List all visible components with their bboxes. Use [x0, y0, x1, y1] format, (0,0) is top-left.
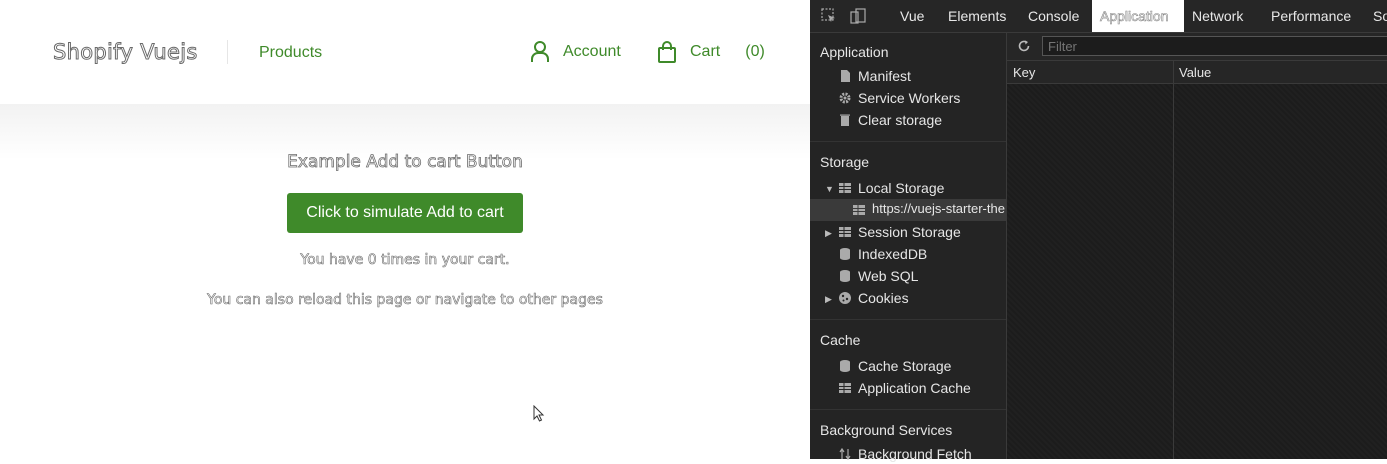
filter-input[interactable] [1042, 36, 1387, 56]
sidebar-item-websql[interactable]: Web SQL [838, 268, 918, 284]
database-icon [838, 269, 852, 283]
sidebar-item-label: Application Cache [858, 380, 971, 396]
sidebar-item-session-storage[interactable]: Session Storage [838, 224, 961, 240]
table-header: Key Value [1007, 61, 1387, 84]
devtools-toolbar: Vue Elements Console Application Network… [810, 0, 1387, 33]
sidebar-item-label: Background Fetch [858, 446, 972, 462]
database-icon [838, 247, 852, 261]
sidebar-divider [810, 319, 1006, 320]
sidebar-item-label: Cache Storage [858, 358, 952, 374]
add-to-cart-button[interactable]: Click to simulate Add to cart [287, 193, 523, 233]
cart-info-text: You have 0 times in your cart. [300, 252, 510, 269]
nav-cart-label: Cart [690, 43, 721, 60]
table-icon [838, 181, 852, 195]
tab-console[interactable]: Console [1020, 0, 1087, 32]
sidebar-item-label: Session Storage [858, 224, 961, 240]
section-storage: Storage [820, 154, 870, 170]
application-sidebar: Application Manifest Service Workers Cle… [810, 33, 1007, 462]
sidebar-item-cache-storage[interactable]: Cache Storage [838, 358, 951, 374]
sidebar-item-service-workers[interactable]: Service Workers [838, 90, 960, 106]
site-header: Shopify Vuejs Products Account Cart (0) [0, 0, 810, 104]
user-icon [530, 41, 550, 63]
table-icon [838, 225, 852, 239]
table-empty-area [1007, 84, 1387, 459]
table-icon [838, 381, 852, 395]
table-icon [852, 203, 866, 220]
tab-network[interactable]: Network [1184, 0, 1251, 32]
database-icon [838, 359, 852, 373]
header-divider [227, 40, 228, 64]
column-header-key[interactable]: Key [1013, 65, 1035, 80]
expand-arrow-icon[interactable]: ▼ [825, 184, 834, 194]
device-toolbar-icon[interactable] [850, 8, 866, 24]
collapse-arrow-icon[interactable]: ▶ [825, 228, 832, 239]
sidebar-item-indexeddb[interactable]: IndexedDB [838, 246, 927, 262]
column-header-value[interactable]: Value [1179, 65, 1211, 80]
sidebar-item-local-storage[interactable]: Local Storage [838, 180, 944, 196]
filter-toolbar [1007, 33, 1387, 61]
shopping-bag-icon [657, 41, 677, 63]
inspect-element-icon[interactable] [821, 8, 837, 24]
demo-heading: Example Add to cart Button [287, 152, 524, 173]
storage-table-panel: Key Value [1007, 33, 1387, 459]
sidebar-divider [810, 141, 1006, 142]
header-shadow [0, 100, 810, 160]
cart-count-badge: (0) [745, 43, 765, 60]
section-cache: Cache [820, 332, 861, 348]
tab-vue[interactable]: Vue [892, 0, 932, 32]
column-divider[interactable] [1173, 61, 1174, 459]
sidebar-item-label: Service Workers [858, 90, 961, 106]
trash-icon [838, 113, 852, 127]
nav-cart-link[interactable]: Cart (0) [657, 41, 765, 63]
refresh-icon[interactable] [1017, 39, 1031, 56]
sidebar-item-label: IndexedDB [858, 246, 928, 262]
sidebar-item-application-cache[interactable]: Application Cache [838, 380, 971, 396]
tab-performance[interactable]: Performance [1263, 0, 1359, 32]
file-icon [838, 69, 852, 83]
tab-sources[interactable]: So [1365, 0, 1387, 32]
tab-application[interactable]: Application [1092, 0, 1184, 32]
cookie-icon [838, 291, 852, 305]
sidebar-item-cookies[interactable]: Cookies [838, 290, 909, 306]
tab-elements[interactable]: Elements [940, 0, 1014, 32]
sidebar-item-label: Manifest [858, 68, 911, 84]
sidebar-item-local-storage-origin[interactable]: https://vuejs-starter-the [810, 199, 1006, 221]
website-viewport: Shopify Vuejs Products Account Cart (0) … [0, 0, 810, 459]
sidebar-item-label: https://vuejs-starter-the [872, 201, 1005, 216]
nav-account-link[interactable]: Account [530, 41, 621, 63]
gear-icon [838, 91, 852, 105]
section-background-services: Background Services [820, 422, 953, 438]
section-application: Application [820, 44, 889, 60]
sidebar-item-label: Local Storage [858, 180, 945, 196]
collapse-arrow-icon[interactable]: ▶ [825, 294, 832, 305]
nav-account-label: Account [563, 43, 621, 60]
sidebar-divider [810, 409, 1006, 410]
site-logo[interactable]: Shopify Vuejs [53, 40, 198, 65]
devtools-panel: Vue Elements Console Application Network… [810, 0, 1387, 462]
sidebar-item-manifest[interactable]: Manifest [838, 68, 911, 84]
mouse-cursor-icon [533, 404, 545, 428]
sidebar-item-label: Cookies [858, 290, 909, 306]
reload-hint-text: You can also reload this page or navigat… [207, 292, 603, 309]
sidebar-item-label: Clear storage [858, 112, 943, 128]
sidebar-item-clear-storage[interactable]: Clear storage [838, 112, 942, 128]
nav-products-link[interactable]: Products [259, 44, 322, 62]
sidebar-item-background-fetch[interactable]: Background Fetch [838, 446, 972, 462]
sidebar-item-label: Web SQL [858, 268, 919, 284]
